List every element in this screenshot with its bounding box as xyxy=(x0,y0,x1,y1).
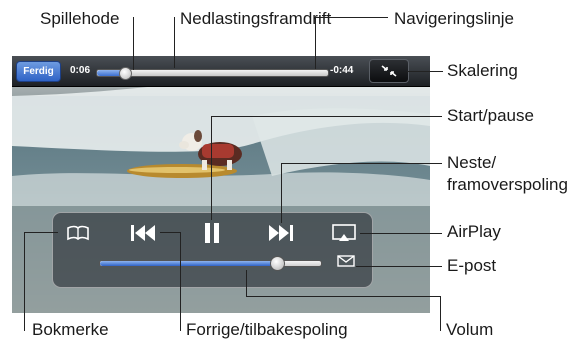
leader-scale xyxy=(407,71,443,72)
leader-bookmark-h xyxy=(24,232,58,233)
leader-navigation-bar-v xyxy=(315,17,316,69)
email-button[interactable] xyxy=(336,253,356,269)
control-panel xyxy=(52,212,373,288)
callout-volume: Volum xyxy=(446,320,494,339)
pause-icon xyxy=(205,223,219,243)
playhead[interactable] xyxy=(118,67,132,80)
callout-download-progress: Nedlastingsframdrift xyxy=(180,9,332,28)
book-icon xyxy=(67,225,89,241)
play-pause-button[interactable] xyxy=(197,218,227,248)
leader-previous-v xyxy=(180,232,181,331)
leader-download-progress xyxy=(174,17,175,68)
callout-previous: Forrige/tilbakespoling xyxy=(186,320,348,339)
leader-play-pause-h xyxy=(211,116,442,117)
navigation-bar: Ferdig 0:06 -0:44 xyxy=(12,56,430,87)
leader-navigation-bar-h xyxy=(315,17,388,18)
leader-bookmark-v xyxy=(24,232,25,331)
elapsed-time: 0:06 xyxy=(70,65,91,76)
leader-volume-v2 xyxy=(440,296,441,331)
scale-button[interactable] xyxy=(369,59,409,83)
callout-navigation-bar: Navigeringslinje xyxy=(394,9,515,28)
leader-airplay xyxy=(360,233,442,234)
callout-play-pause: Start/pause xyxy=(447,106,534,125)
airplay-icon xyxy=(332,224,356,241)
callout-airplay: AirPlay xyxy=(447,222,501,241)
remaining-time: -0:44 xyxy=(330,65,354,76)
leader-next-h xyxy=(281,163,442,164)
exit-fullscreen-icon xyxy=(381,65,397,77)
airplay-button[interactable] xyxy=(329,220,359,246)
leader-volume-h xyxy=(246,296,440,297)
previous-button[interactable] xyxy=(126,219,160,247)
envelope-icon xyxy=(337,255,355,267)
bookmark-button[interactable] xyxy=(63,221,93,245)
next-button[interactable] xyxy=(264,219,298,247)
callout-next: Neste/ xyxy=(447,153,497,172)
video-screen[interactable]: Ferdig 0:06 -0:44 xyxy=(12,56,430,313)
leader-email xyxy=(356,266,442,267)
skip-forward-icon xyxy=(269,225,293,241)
done-button[interactable]: Ferdig xyxy=(16,61,61,82)
leader-volume-v1 xyxy=(246,270,247,296)
callout-email: E-post xyxy=(447,256,497,275)
leader-next-v xyxy=(281,163,282,223)
volume-level xyxy=(100,261,277,266)
callout-scrubber: Spillehode xyxy=(40,9,120,28)
leader-scrubber xyxy=(133,17,134,70)
leader-play-pause-v xyxy=(211,116,212,220)
leader-previous-h xyxy=(160,232,180,233)
callout-scale: Skalering xyxy=(447,61,518,80)
volume-thumb[interactable] xyxy=(269,256,285,271)
volume-slider[interactable] xyxy=(99,256,322,271)
callout-bookmark: Bokmerke xyxy=(32,320,109,339)
scrubber-bar[interactable] xyxy=(96,67,329,80)
skip-back-icon xyxy=(131,225,155,241)
callout-next-second-line: framoverspoling xyxy=(447,175,568,194)
